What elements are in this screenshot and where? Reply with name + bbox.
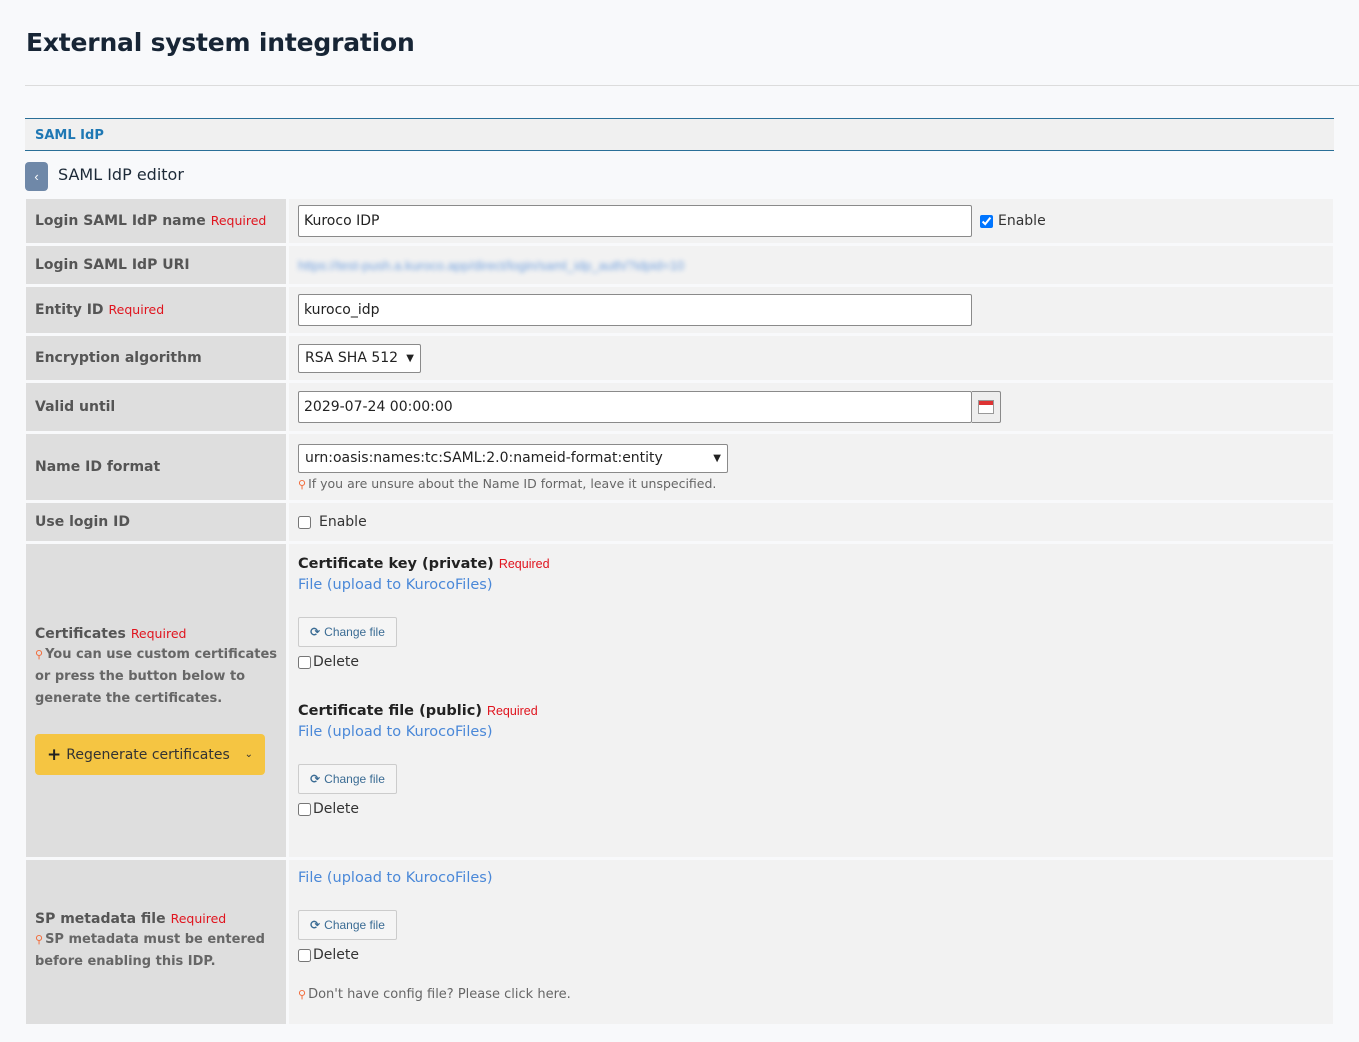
tab-bar: SAML IdP [25, 118, 1334, 151]
label-cell: SP metadata file Required ⚲ SP metadata mu… [26, 860, 286, 1024]
delete-label: Delete [313, 801, 359, 817]
label-cell: Use login ID [26, 503, 286, 541]
config-file-hint-link[interactable]: ⚲ Don't have config file? Please click he… [298, 987, 1324, 1002]
lightbulb-icon: ⚲ [298, 988, 307, 1001]
name-id-hint: If you are unsure about the Name ID form… [308, 475, 717, 491]
enable-label: Enable [319, 514, 367, 530]
lightbulb-icon: ⚲ [298, 477, 307, 491]
lightbulb-icon: ⚲ [35, 933, 44, 946]
select-value: urn:oasis:names:tc:SAML:2.0:nameid-forma… [305, 450, 663, 466]
sp-metadata-delete-checkbox[interactable] [298, 948, 311, 962]
editor-title: SAML IdP editor [58, 165, 184, 184]
value-cell: Enable [289, 503, 1333, 541]
label-cell: Login SAML IdP name Required [26, 199, 286, 243]
refresh-icon: ⟳ [310, 625, 321, 639]
label-cell: Encryption algorithm [26, 336, 286, 380]
idp-enable-checkbox[interactable] [980, 214, 993, 228]
field-label: Certificates [35, 626, 126, 642]
certificates-note: You can use custom certificates or press… [35, 647, 277, 706]
row-use-login-id: Use login ID Enable [26, 503, 1333, 541]
chevron-down-icon: ⌄ [244, 749, 253, 760]
calendar-icon [978, 400, 994, 414]
value-cell [289, 383, 1333, 431]
required-badge: Required [210, 213, 267, 228]
row-certificates: Certificates Required ⚲ You can use custom… [26, 544, 1333, 857]
saml-idp-form: Login SAML IdP name Required Enable Login… [26, 199, 1333, 1027]
enable-label: Enable [998, 213, 1046, 229]
value-cell: urn:oasis:names:tc:SAML:2.0:nameid-forma… [289, 434, 1333, 500]
field-label: Entity ID [35, 302, 104, 318]
delete-label: Delete [313, 654, 359, 670]
label-cell: Entity ID Required [26, 287, 286, 333]
chevron-down-icon: ▼ [406, 352, 414, 364]
label-cell: Name ID format [26, 434, 286, 500]
regenerate-certificates-button[interactable]: + Regenerate certificates ⌄ [35, 734, 265, 775]
row-idp-name: Login SAML IdP name Required Enable [26, 199, 1333, 243]
sp-metadata-file-link[interactable]: File (upload to KurocoFiles) [298, 870, 1324, 886]
change-label: Change file [324, 772, 385, 786]
config-hint-text: Don't have config file? Please click her… [308, 987, 571, 1002]
row-valid-until: Valid until [26, 383, 1333, 431]
tab-saml-idp[interactable]: SAML IdP [35, 128, 104, 143]
refresh-icon: ⟳ [310, 918, 321, 932]
plus-icon: + [47, 744, 62, 765]
required-badge: Required [498, 557, 550, 571]
select-value: RSA SHA 512 [305, 350, 399, 366]
name-id-format-select[interactable]: urn:oasis:names:tc:SAML:2.0:nameid-forma… [298, 443, 728, 473]
value-cell: RSA SHA 512 ▼ [289, 336, 1333, 380]
title-divider [25, 85, 1359, 86]
regen-label: Regenerate certificates [66, 746, 230, 763]
public-file-link[interactable]: File (upload to KurocoFiles) [298, 724, 1324, 740]
row-name-id-format: Name ID format urn:oasis:names:tc:SAML:2… [26, 434, 1333, 500]
change-label: Change file [324, 918, 385, 932]
row-sp-metadata: SP metadata file Required ⚲ SP metadata mu… [26, 860, 1333, 1024]
value-cell: Certificate key (private) Required File (… [289, 544, 1333, 857]
private-key-heading: Certificate key (private) [298, 556, 494, 572]
public-file-change-button[interactable]: ⟳ Change file [298, 764, 397, 794]
private-key-change-button[interactable]: ⟳ Change file [298, 617, 397, 647]
field-label: Login SAML IdP name [35, 213, 206, 229]
required-badge: Required [130, 626, 187, 641]
idp-name-input[interactable] [298, 205, 972, 237]
required-badge: Required [170, 911, 227, 926]
label-cell: Certificates Required ⚲ You can use custom… [26, 544, 286, 857]
chevron-left-icon: ‹ [34, 169, 39, 184]
page-title: External system integration [26, 28, 415, 57]
refresh-icon: ⟳ [310, 772, 321, 786]
public-file-heading: Certificate file (public) [298, 703, 482, 719]
calendar-button[interactable] [972, 391, 1001, 423]
sp-metadata-change-button[interactable]: ⟳ Change file [298, 910, 397, 940]
value-cell: Enable [289, 199, 1333, 243]
field-label: Use login ID [35, 514, 130, 530]
value-cell [289, 287, 1333, 333]
field-label: Name ID format [35, 459, 161, 475]
chevron-down-icon: ▼ [713, 452, 721, 464]
field-label: Login SAML IdP URI [35, 257, 190, 273]
back-button[interactable]: ‹ [25, 162, 48, 191]
lightbulb-icon: ⚲ [35, 648, 44, 661]
value-cell: File (upload to KurocoFiles) ⟳ Change fi… [289, 860, 1333, 1024]
entity-id-input[interactable] [298, 294, 972, 326]
private-key-delete-checkbox[interactable] [298, 655, 311, 669]
field-label: Encryption algorithm [35, 350, 202, 366]
row-encryption: Encryption algorithm RSA SHA 512 ▼ [26, 336, 1333, 380]
row-idp-uri: Login SAML IdP URI https://test-push.a.k… [26, 246, 1333, 284]
field-label: Valid until [35, 399, 116, 415]
valid-until-input[interactable] [298, 391, 972, 423]
public-file-delete-checkbox[interactable] [298, 802, 311, 816]
value-cell: https://test-push.a.kuroco.app/direct/lo… [289, 246, 1333, 284]
private-key-file-link[interactable]: File (upload to KurocoFiles) [298, 577, 1324, 593]
use-login-id-checkbox[interactable] [298, 515, 311, 529]
row-entity-id: Entity ID Required [26, 287, 1333, 333]
label-cell: Valid until [26, 383, 286, 431]
required-badge: Required [108, 302, 165, 317]
required-badge: Required [486, 704, 538, 718]
field-label: SP metadata file [35, 911, 166, 927]
sp-metadata-note: SP metadata must be entered before enabl… [35, 932, 265, 969]
delete-label: Delete [313, 947, 359, 963]
idp-uri-link[interactable]: https://test-push.a.kuroco.app/direct/lo… [298, 258, 1324, 273]
change-label: Change file [324, 625, 385, 639]
encryption-select[interactable]: RSA SHA 512 ▼ [298, 343, 421, 373]
label-cell: Login SAML IdP URI [26, 246, 286, 284]
